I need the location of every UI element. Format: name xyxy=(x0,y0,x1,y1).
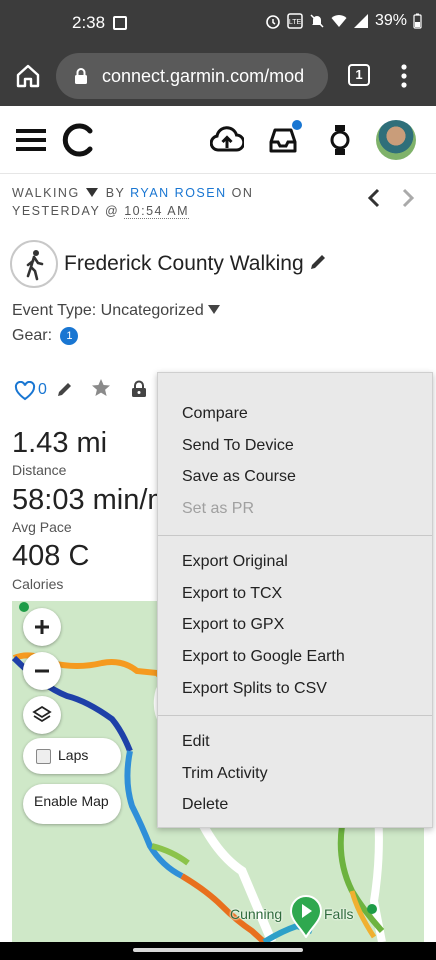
like-heart-icon[interactable] xyxy=(14,381,36,401)
author-link[interactable]: RYAN ROSEN xyxy=(130,186,227,200)
map-layers-button[interactable] xyxy=(23,696,61,734)
previous-activity-icon[interactable] xyxy=(366,188,382,208)
menu-item-edit[interactable]: Edit xyxy=(182,733,210,751)
stat-pace-label: Avg Pace xyxy=(12,519,72,535)
activity-title: Frederick County Walking xyxy=(64,252,304,275)
gear-label: Gear: xyxy=(12,327,53,344)
map-place-label-right: Falls xyxy=(324,906,354,922)
menu-item-set-as-pr: Set as PR xyxy=(182,500,255,517)
more-options-icon[interactable] xyxy=(396,62,412,90)
stat-distance-label: Distance xyxy=(12,462,67,478)
event-type-select[interactable]: Event Type: Uncategorized xyxy=(12,302,220,320)
stat-pace-value: 58:03 min/mi xyxy=(12,484,179,516)
next-activity-icon[interactable] xyxy=(400,188,416,208)
tab-switcher-button[interactable]: 1 xyxy=(348,64,370,86)
enable-map-label: Enable Map xyxy=(34,793,109,809)
menu-item-compare[interactable]: Compare xyxy=(182,405,248,423)
menu-item-trim-activity[interactable]: Trim Activity xyxy=(182,765,268,783)
laps-toggle[interactable]: Laps xyxy=(23,738,121,774)
event-type-caret-icon[interactable] xyxy=(207,305,220,314)
plus-icon xyxy=(35,620,49,634)
status-time: 2:38 xyxy=(72,13,106,32)
activity-time: 10:54 AM xyxy=(124,204,190,219)
stat-calories-label: Calories xyxy=(12,576,64,592)
walking-activity-icon xyxy=(10,240,58,288)
laps-label: Laps xyxy=(58,747,89,763)
menu-separator xyxy=(158,535,432,536)
map-place-label-left: Cunning xyxy=(230,906,283,922)
lock-icon xyxy=(75,68,87,84)
favorite-star-icon[interactable] xyxy=(91,378,111,398)
activity-type-caret-icon[interactable] xyxy=(85,188,98,197)
garmin-connect-logo[interactable] xyxy=(60,122,96,158)
minus-icon xyxy=(35,669,49,673)
menu-item-export-google-earth[interactable]: Export to Google Earth xyxy=(182,648,345,666)
activity-meta: WALKING BY RYAN ROSEN ON YESTERDAY @ 10:5… xyxy=(12,184,342,220)
battery-percent: 39% xyxy=(374,12,407,29)
activity-type[interactable]: WALKING xyxy=(12,186,80,200)
menu-item-export-original[interactable]: Export Original xyxy=(182,553,288,571)
gear-count-badge[interactable]: 1 xyxy=(60,327,79,345)
device-watch-icon[interactable] xyxy=(328,124,352,156)
navigation-gesture-bar xyxy=(0,942,436,960)
notification-dot xyxy=(292,120,302,130)
edit-pencil-icon[interactable] xyxy=(56,380,74,398)
wifi-icon xyxy=(331,15,347,27)
layers-icon xyxy=(32,705,52,723)
gear-row: Gear: 1 xyxy=(12,327,79,345)
menu-separator xyxy=(158,715,432,716)
laps-checkbox[interactable] xyxy=(36,749,51,764)
user-avatar[interactable] xyxy=(376,120,416,160)
alarm-icon xyxy=(266,15,280,29)
url-text: connect.garmin.com/mod xyxy=(102,66,305,86)
zoom-out-button[interactable] xyxy=(23,652,61,690)
hamburger-menu-icon[interactable] xyxy=(16,128,46,152)
by-label: BY xyxy=(105,186,126,200)
upload-cloud-icon[interactable] xyxy=(210,126,244,154)
status-icons: LTE 39% xyxy=(265,12,422,30)
status-bar: 2:38 LTE 39% xyxy=(0,0,436,48)
home-icon[interactable] xyxy=(14,62,42,90)
activity-settings-menu: Compare Send To Device Save as Course Se… xyxy=(157,372,433,828)
volte-icon: LTE xyxy=(287,13,303,29)
image-notification-icon xyxy=(113,16,127,30)
menu-item-export-splits-csv[interactable]: Export Splits to CSV xyxy=(182,680,327,698)
signal-icon xyxy=(353,14,368,28)
browser-toolbar: connect.garmin.com/mod 1 xyxy=(0,48,436,106)
enable-map-button[interactable]: Enable Map xyxy=(23,784,121,824)
stat-calories-value: 408 C xyxy=(12,540,90,572)
menu-item-save-as-course[interactable]: Save as Course xyxy=(182,468,296,486)
gesture-handle[interactable] xyxy=(133,948,303,952)
mute-icon xyxy=(310,14,324,28)
menu-item-export-tcx[interactable]: Export to TCX xyxy=(182,585,282,603)
app-header xyxy=(0,106,436,174)
menu-item-send-to-device[interactable]: Send To Device xyxy=(182,437,294,455)
privacy-lock-icon[interactable] xyxy=(131,380,147,398)
event-type-label: Event Type: Uncategorized xyxy=(12,302,204,319)
like-count: 0 xyxy=(38,381,47,398)
inbox-icon[interactable] xyxy=(268,126,298,154)
battery-icon xyxy=(413,13,422,29)
menu-item-delete[interactable]: Delete xyxy=(182,796,228,814)
edit-title-pencil-icon[interactable] xyxy=(308,252,328,272)
url-field[interactable]: connect.garmin.com/mod xyxy=(56,53,328,99)
start-marker-icon[interactable] xyxy=(289,894,323,938)
svg-text:LTE: LTE xyxy=(289,19,302,26)
stat-distance-value: 1.43 mi xyxy=(12,427,108,459)
menu-item-export-gpx[interactable]: Export to GPX xyxy=(182,616,284,634)
zoom-in-button[interactable] xyxy=(23,608,61,646)
